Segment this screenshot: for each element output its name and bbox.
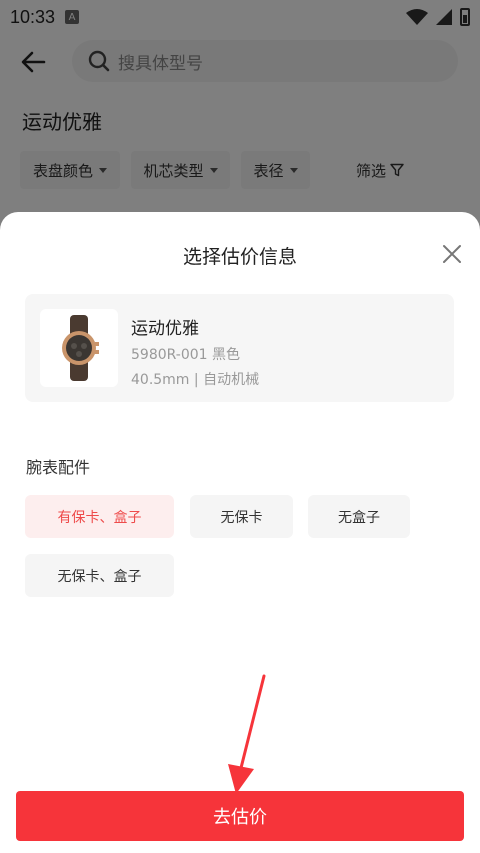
product-spec: 40.5mm | 自动机械	[131, 372, 260, 388]
watch-icon	[62, 315, 99, 381]
estimate-button[interactable]: 去估价	[16, 791, 464, 841]
option-label: 有保卡、盒子	[57, 509, 142, 526]
option-label: 无保卡、盒子	[57, 568, 142, 585]
close-icon[interactable]	[440, 242, 464, 266]
arrow-pointer-icon	[228, 674, 266, 794]
product-card: 运动优雅 5980R-001 黑色 40.5mm | 自动机械	[25, 294, 454, 402]
option-no-card-box[interactable]: 无保卡、盒子	[25, 554, 174, 597]
option-label: 无保卡	[220, 509, 263, 526]
product-model-color: 5980R-001 黑色	[131, 347, 241, 363]
option-no-box[interactable]: 无盒子	[308, 495, 410, 538]
option-no-card[interactable]: 无保卡	[190, 495, 293, 538]
option-with-card-box[interactable]: 有保卡、盒子	[25, 495, 174, 538]
product-name: 运动优雅	[131, 319, 199, 339]
option-label: 无盒子	[338, 509, 380, 526]
estimate-sheet: 选择估价信息 运动优雅 5980R-001 黑色 40.5mm | 自动机械 腕…	[0, 212, 480, 853]
accessories-label: 腕表配件	[26, 458, 91, 477]
sheet-title: 选择估价信息	[182, 246, 297, 268]
watch-image	[40, 309, 118, 387]
